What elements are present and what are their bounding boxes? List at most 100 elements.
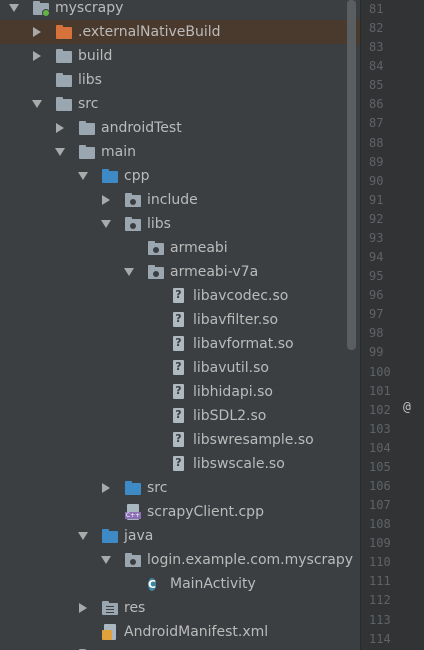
package-folder-icon [125, 216, 141, 232]
chevron-right-icon[interactable] [55, 116, 65, 140]
tree-scrollbar[interactable] [347, 0, 356, 350]
tree-item[interactable]: src [0, 92, 360, 116]
tree-item-label: libs [78, 72, 102, 88]
line-number: 106 [369, 479, 391, 493]
chevron-right-icon[interactable] [32, 20, 42, 44]
resources-folder-icon [102, 600, 118, 616]
folder-icon [56, 72, 72, 88]
annotation-marker[interactable]: @ [403, 398, 419, 417]
tree-item[interactable]: libs [0, 212, 360, 236]
tree-item[interactable]: cpp [0, 164, 360, 188]
line-number: 102 [369, 402, 391, 417]
source-folder-icon [102, 528, 118, 544]
tree-item-label: libavfilter.so [193, 312, 279, 328]
tree-item[interactable]: myscrapy [0, 0, 360, 20]
tree-item[interactable]: res [0, 596, 360, 620]
tree-item-label: androidTest [101, 120, 182, 136]
chevron-down-icon[interactable] [78, 164, 88, 188]
line-number: 110 [369, 555, 391, 570]
cpp-file-icon [125, 504, 141, 520]
tree-item[interactable]: libSDL2.so [0, 404, 360, 428]
line-number: 105 [369, 459, 391, 474]
tree-item-label: scrapyClient.cpp [147, 504, 264, 520]
source-folder-icon [102, 168, 118, 184]
chevron-down-icon[interactable] [101, 548, 111, 572]
tree-item[interactable] [0, 644, 360, 650]
tree-item[interactable]: armeabi [0, 236, 360, 260]
tree-item[interactable]: build [0, 44, 360, 68]
tree-item[interactable]: .externalNativeBuild [0, 20, 360, 44]
line-number: 81 [369, 2, 384, 16]
unknown-file-icon [171, 407, 187, 424]
line-number: 104 [369, 440, 391, 455]
tree-item-label: myscrapy [55, 0, 124, 16]
tree-item-label: armeabi-v7a [170, 264, 259, 280]
tree-item[interactable]: C MainActivity [0, 572, 360, 596]
unknown-file-icon [171, 455, 187, 472]
tree-item[interactable]: libavcodec.so [0, 284, 360, 308]
chevron-down-icon[interactable] [55, 140, 65, 164]
unknown-file-icon [171, 287, 187, 304]
excluded-folder-icon [56, 24, 72, 40]
tree-item[interactable]: libswresample.so [0, 428, 360, 452]
tree-item-label: libswresample.so [193, 432, 314, 448]
tree-item[interactable]: libavformat.so [0, 332, 360, 356]
chevron-down-icon[interactable] [9, 0, 19, 20]
tree-item-label: java [124, 528, 154, 544]
tree-item-label: login.example.com.myscrapy [147, 552, 354, 568]
tree-item[interactable]: login.example.com.myscrapy [0, 548, 360, 572]
line-number: 82 [369, 21, 384, 36]
chevron-down-icon[interactable] [78, 524, 88, 548]
line-number: 98 [369, 326, 384, 341]
chevron-down-icon[interactable] [32, 92, 42, 116]
tree-item-label: MainActivity [170, 576, 256, 592]
module-folder-icon [33, 0, 50, 17]
chevron-right-icon[interactable] [32, 44, 42, 68]
tree-item[interactable]: armeabi-v7a [0, 260, 360, 284]
tree-item[interactable]: libavutil.so [0, 356, 360, 380]
project-tree: myscrapy .externalNativeBuild build libs src… [0, 0, 360, 650]
line-number: 113 [369, 612, 391, 627]
line-number: 85 [369, 78, 384, 93]
line-number: 83 [369, 40, 384, 55]
tree-item[interactable]: scrapyClient.cpp [0, 500, 360, 524]
unknown-file-icon [171, 383, 187, 400]
line-number: 109 [369, 536, 391, 551]
class-icon: C [148, 578, 157, 591]
line-number: 107 [369, 498, 391, 513]
chevron-down-icon[interactable] [124, 260, 134, 284]
tree-item-label: res [124, 600, 146, 616]
tree-item[interactable]: AndroidManifest.xml [0, 620, 360, 644]
chevron-down-icon[interactable] [101, 212, 111, 236]
line-number: 100 [369, 364, 391, 379]
package-folder-icon [148, 264, 164, 280]
tree-item[interactable]: libhidapi.so [0, 380, 360, 404]
tree-item-label: libhidapi.so [193, 384, 273, 400]
chevron-right-icon[interactable] [101, 476, 111, 500]
tree-item-label: AndroidManifest.xml [124, 624, 269, 640]
tree-item[interactable]: libswscale.so [0, 452, 360, 476]
tree-item[interactable]: main [0, 140, 360, 164]
chevron-right-icon[interactable] [78, 596, 88, 620]
tree-item[interactable]: java [0, 524, 360, 548]
tree-item[interactable]: include [0, 188, 360, 212]
tree-item[interactable]: libavfilter.so [0, 308, 360, 332]
manifest-file-icon [102, 624, 118, 640]
source-folder-icon [125, 480, 141, 496]
tree-item-label: libavformat.so [193, 336, 294, 352]
line-number: 114 [369, 631, 391, 646]
tree-item-label: libswscale.so [193, 456, 285, 472]
package-folder-icon [125, 552, 141, 568]
tree-item[interactable]: libs [0, 68, 360, 92]
tree-item-label: .externalNativeBuild [78, 24, 221, 40]
line-number: 89 [369, 154, 384, 169]
chevron-right-icon[interactable] [101, 188, 111, 212]
chevron-right-icon[interactable] [55, 644, 65, 650]
folder-icon [56, 96, 72, 112]
line-number: 99 [369, 345, 384, 360]
tree-item-label: libavcodec.so [193, 288, 289, 304]
unknown-file-icon [171, 311, 187, 328]
tree-item[interactable]: androidTest [0, 116, 360, 140]
tree-item[interactable]: src [0, 476, 360, 500]
tree-item-label: libs [147, 216, 171, 232]
